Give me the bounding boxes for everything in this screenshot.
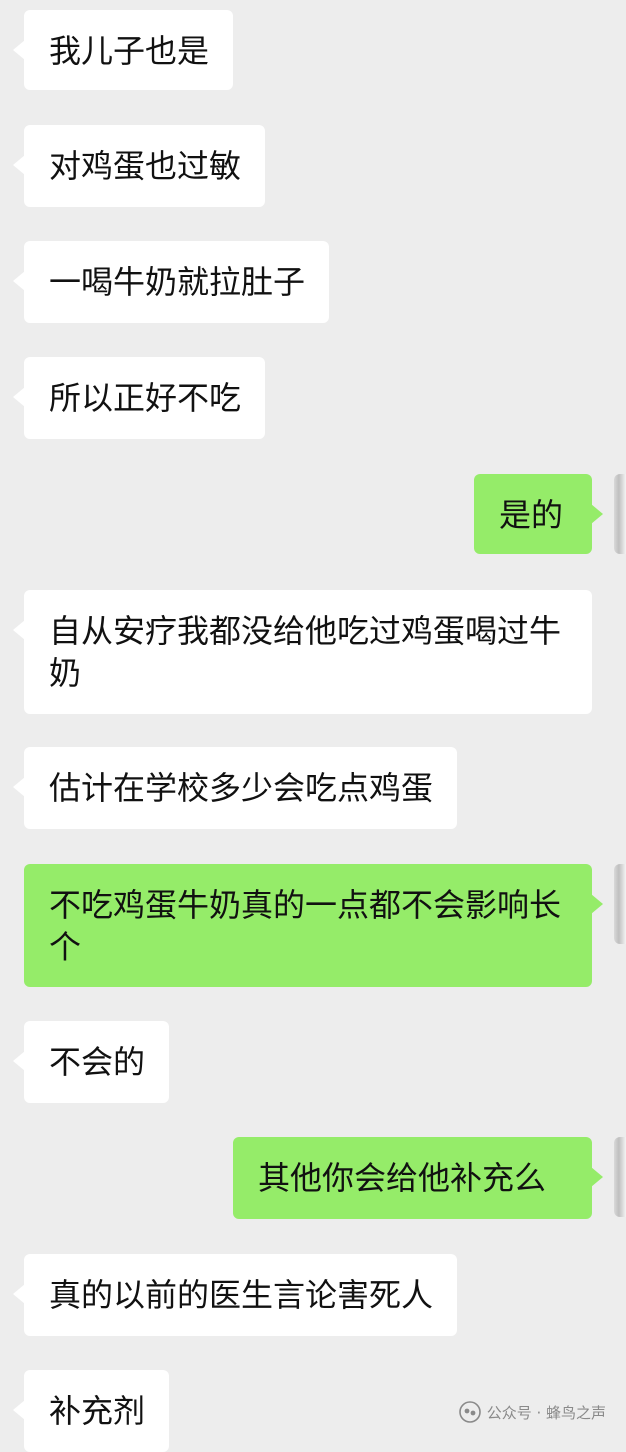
incoming-message-bubble[interactable]: 我儿子也是	[12, 10, 234, 90]
incoming-message-bubble[interactable]: 估计在学校多少会吃点鸡蛋	[12, 747, 458, 829]
wechat-official-account-icon	[458, 1401, 481, 1423]
message-text: 估计在学校多少会吃点鸡蛋	[49, 769, 434, 807]
incoming-message-bubble[interactable]: 真的以前的医生言论害死人	[12, 1254, 458, 1336]
message-text: 是的	[499, 496, 564, 534]
message-text: 不吃鸡蛋牛奶真的一点都不会影响长个	[49, 886, 562, 966]
watermark: 公众号 · 蜂鸟之声	[458, 1397, 606, 1427]
message-text: 所以正好不吃	[49, 379, 242, 417]
message-text: 对鸡蛋也过敏	[49, 147, 242, 185]
incoming-message-bubble[interactable]: 所以正好不吃	[12, 357, 266, 439]
own-avatar[interactable]	[614, 1137, 626, 1217]
message-text: 真的以前的医生言论害死人	[49, 1276, 434, 1314]
watermark-text: 公众号 · 蜂鸟之声	[486, 1403, 606, 1422]
outgoing-message-bubble[interactable]: 其他你会给他补充么	[233, 1137, 603, 1219]
outgoing-message-bubble[interactable]: 不吃鸡蛋牛奶真的一点都不会影响长个	[24, 864, 603, 987]
incoming-message-bubble[interactable]: 不会的	[12, 1021, 170, 1103]
message-text: 补充剂	[49, 1392, 146, 1430]
outgoing-message-bubble[interactable]: 是的	[474, 474, 603, 554]
message-text: 自从安疗我都没给他吃过鸡蛋喝过牛奶	[49, 612, 562, 692]
incoming-message-bubble[interactable]: 一喝牛奶就拉肚子	[12, 241, 330, 323]
own-avatar[interactable]	[614, 864, 626, 944]
message-text: 不会的	[49, 1043, 146, 1081]
chat-message-list: 我儿子也是 对鸡蛋也过敏 一喝牛奶就拉肚子 所以正好不吃 是的 自从安疗我都没给…	[0, 0, 626, 1452]
message-text: 我儿子也是	[49, 32, 210, 70]
incoming-message-bubble[interactable]: 补充剂	[12, 1370, 170, 1452]
message-text: 一喝牛奶就拉肚子	[49, 263, 306, 301]
message-text: 其他你会给他补充么	[258, 1159, 547, 1197]
incoming-message-bubble[interactable]: 对鸡蛋也过敏	[12, 125, 266, 207]
own-avatar[interactable]	[614, 474, 626, 554]
incoming-message-bubble[interactable]: 自从安疗我都没给他吃过鸡蛋喝过牛奶	[13, 590, 592, 714]
